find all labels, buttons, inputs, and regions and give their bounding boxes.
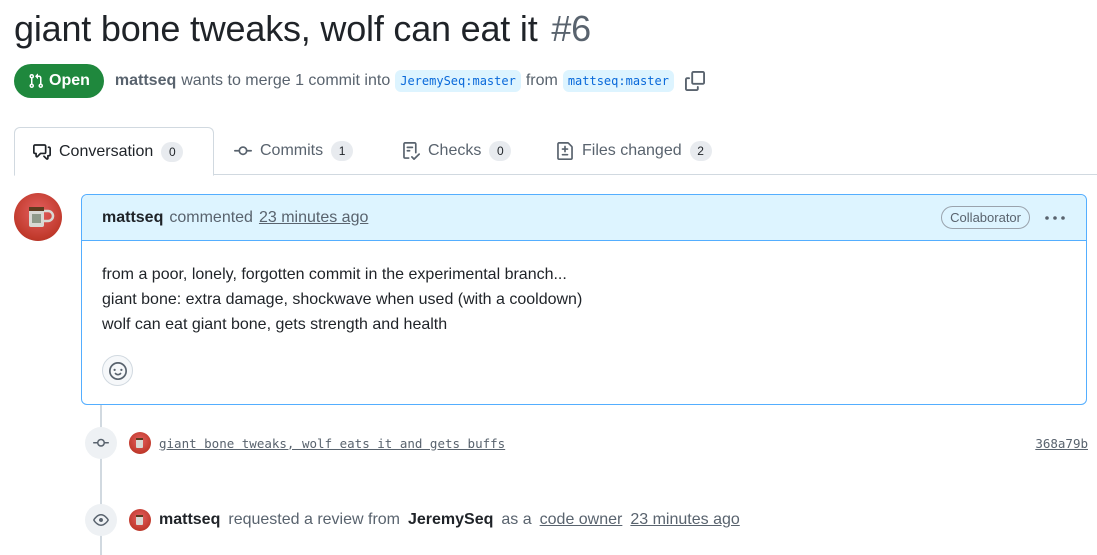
tab-label: Files changed — [582, 142, 682, 159]
comment-line: giant bone: extra damage, shockwave when… — [102, 291, 583, 308]
copy-icon[interactable] — [684, 71, 705, 91]
merge-text-2: from — [525, 72, 558, 89]
pr-title-text: giant bone tweaks, wolf can eat it — [14, 8, 538, 49]
file-diff-icon — [557, 142, 573, 160]
review-text-2: as a — [501, 511, 532, 528]
pr-title: giant bone tweaks, wolf can eat it #6 — [14, 8, 591, 50]
commit-content: giant bone tweaks, wolf eats it and gets… — [129, 432, 505, 454]
comment-body: from a poor, lonely, forgotten commit in… — [82, 241, 1086, 337]
comment-card: mattseq commented 23 minutes ago Collabo… — [81, 194, 1087, 405]
smiley-icon — [108, 361, 127, 380]
merge-text-1: wants to merge 1 commit into — [181, 72, 391, 89]
commit-sha-link[interactable]: 368a79b — [1035, 436, 1088, 451]
review-timestamp-link[interactable]: 23 minutes ago — [630, 511, 739, 529]
commit-message-link[interactable]: giant bone tweaks, wolf eats it and gets… — [159, 436, 505, 451]
mug-avatar-image — [136, 438, 143, 448]
kebab-horizontal-icon[interactable] — [1044, 210, 1066, 226]
avatar[interactable] — [129, 509, 151, 531]
comment-header: mattseq commented 23 minutes ago Collabo… — [82, 195, 1086, 241]
pr-tabs: Conversation 0 Commits 1 Checks 0 Files … — [14, 127, 1097, 176]
state-badge: Open — [14, 64, 104, 98]
code-owner-link[interactable]: code owner — [540, 511, 623, 529]
tab-counter: 2 — [689, 141, 712, 161]
tab-label: Commits — [260, 142, 324, 159]
checklist-icon — [403, 142, 420, 160]
base-branch[interactable]: JeremySeq:master — [395, 70, 521, 92]
merge-summary: mattseq wants to merge 1 commit into Jer… — [115, 70, 705, 92]
review-text-1: requested a review from — [228, 511, 400, 528]
comment-line: wolf can eat giant bone, gets strength a… — [102, 316, 448, 333]
pr-author-link[interactable]: mattseq — [115, 72, 176, 90]
eye-icon — [93, 514, 109, 526]
comment-discussion-icon — [33, 143, 51, 160]
tab-files-changed[interactable]: Files changed 2 — [538, 127, 730, 175]
git-pull-request-icon — [29, 73, 44, 89]
pr-number: #6 — [551, 8, 591, 49]
git-commit-icon — [234, 146, 252, 156]
commit-badge — [85, 427, 117, 459]
add-reaction-button[interactable] — [102, 355, 133, 386]
comment-line: from a poor, lonely, forgotten commit in… — [102, 266, 567, 283]
timeline-review-item: mattseq requested a review from JeremySe… — [85, 504, 1088, 536]
tab-counter: 1 — [331, 141, 354, 161]
tab-commits[interactable]: Commits 1 — [216, 127, 371, 175]
comment-action: commented — [169, 208, 253, 226]
comment-timestamp-link[interactable]: 23 minutes ago — [259, 209, 368, 227]
tab-counter: 0 — [161, 141, 184, 162]
pr-meta: Open mattseq wants to merge 1 commit int… — [14, 64, 705, 98]
git-commit-icon — [93, 438, 109, 447]
avatar[interactable] — [14, 193, 62, 241]
head-branch[interactable]: mattseq:master — [562, 70, 674, 92]
tab-conversation[interactable]: Conversation 0 — [14, 127, 214, 176]
tab-label: Checks — [428, 142, 482, 159]
avatar[interactable] — [129, 432, 151, 454]
mug-avatar-image — [29, 207, 55, 227]
comment-author-link[interactable]: mattseq — [102, 209, 163, 227]
reviewer-link[interactable]: JeremySeq — [408, 511, 493, 529]
review-badge — [85, 504, 117, 536]
collaborator-badge: Collaborator — [941, 206, 1030, 229]
mug-avatar-image — [136, 515, 143, 525]
review-actor-link[interactable]: mattseq — [159, 511, 220, 529]
tab-checks[interactable]: Checks 0 — [384, 127, 529, 175]
timeline-commit-item: giant bone tweaks, wolf eats it and gets… — [85, 427, 1088, 459]
tab-label: Conversation — [59, 142, 154, 160]
state-label: Open — [49, 72, 90, 89]
comment-header-actions: Collaborator — [941, 206, 1066, 229]
tab-counter: 0 — [489, 141, 512, 161]
review-content: mattseq requested a review from JeremySe… — [129, 509, 740, 531]
